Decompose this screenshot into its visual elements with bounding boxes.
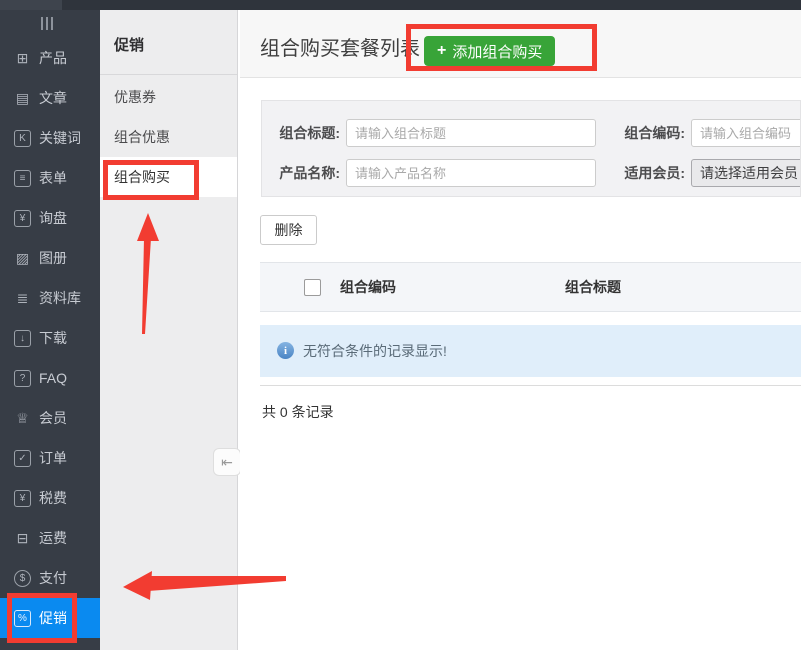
sidebar-item-label: 会员 — [39, 408, 67, 428]
plus-icon: + — [437, 42, 446, 60]
sidebar-item-label: 文章 — [39, 88, 67, 108]
outdent-icon: ⇤ — [221, 454, 233, 471]
combo-title-input[interactable] — [346, 119, 596, 147]
sidebar-item-faq[interactable]: ? FAQ — [0, 358, 100, 398]
sidebar-item-label: 询盘 — [39, 208, 67, 228]
sidebar-item-keywords[interactable]: K 关键词 — [0, 118, 100, 158]
sidebar-item-label: FAQ — [39, 370, 67, 386]
column-combo-code: 组合编码 — [340, 263, 396, 311]
member-type-select[interactable]: 请选择适用会员 — [691, 159, 801, 187]
sidebar-collapse-button[interactable]: ⇤ — [213, 448, 241, 476]
main-content: 组合购买套餐列表 + 添加组合购买 组合标题: 组合编码: 产品名称: 适用会员… — [240, 10, 801, 650]
tax-receipt-icon: ¥ — [14, 490, 31, 507]
order-check-icon: ✓ — [14, 450, 31, 467]
search-filter-panel: 组合标题: 组合编码: 产品名称: 适用会员: 请选择适用会员 — [261, 100, 801, 197]
sidebar-item-downloads[interactable]: ↓ 下载 — [0, 318, 100, 358]
sidebar-item-label: 运费 — [39, 528, 67, 548]
truck-icon: ⊟ — [14, 530, 31, 547]
dollar-circle-icon: $ — [14, 570, 31, 587]
member-type-label: 适用会员: — [610, 159, 685, 187]
divider — [260, 385, 801, 386]
sidebar-item-label: 资料库 — [39, 288, 81, 308]
question-icon: ? — [14, 370, 31, 387]
sidebar-item-payment[interactable]: $ 支付 — [0, 558, 100, 598]
add-combo-purchase-button[interactable]: + 添加组合购买 — [424, 36, 555, 66]
submenu-item-combo-discount[interactable]: 组合优惠 — [100, 117, 237, 157]
picture-icon: ▨ — [14, 250, 31, 267]
delete-button[interactable]: 删除 — [260, 215, 317, 245]
select-all-checkbox[interactable] — [304, 279, 321, 296]
product-name-input[interactable] — [346, 159, 596, 187]
sidebar-item-library[interactable]: ≣ 资料库 — [0, 278, 100, 318]
sidebar-item-label: 订单 — [39, 448, 67, 468]
sidebar-item-forms[interactable]: ≡ 表单 — [0, 158, 100, 198]
combo-title-label: 组合标题: — [262, 119, 340, 147]
empty-state-banner: i 无符合条件的记录显示! — [260, 325, 801, 377]
sidebar-item-members[interactable]: ♕ 会员 — [0, 398, 100, 438]
column-combo-title: 组合标题 — [565, 263, 621, 311]
article-icon: ▤ — [14, 90, 31, 107]
sidebar-item-label: 支付 — [39, 568, 67, 588]
page-title: 组合购买套餐列表 — [260, 32, 420, 61]
stacked-files-icon: ≣ — [14, 290, 31, 307]
percent-tag-icon: % — [14, 610, 31, 627]
main-sidebar: ⊞ 产品 ▤ 文章 K 关键词 ≡ 表单 ¥ 询盘 ▨ 图册 ≣ 资料库 ↓ 下… — [0, 10, 100, 650]
top-bar — [0, 0, 801, 10]
keyword-icon: K — [14, 130, 31, 147]
page-header: 组合购买套餐列表 + 添加组合购买 — [240, 10, 801, 78]
menu-icon[interactable] — [41, 17, 61, 31]
clipboard-icon: ≡ — [14, 170, 31, 187]
sidebar-item-label: 关键词 — [39, 128, 81, 148]
sidebar-item-label: 产品 — [39, 48, 67, 68]
info-icon: i — [277, 342, 294, 359]
sidebar-item-promotion[interactable]: % 促销 — [0, 598, 100, 638]
download-icon: ↓ — [14, 330, 31, 347]
inquiry-bubble-icon: ¥ — [14, 210, 31, 227]
sidebar-item-label: 下载 — [39, 328, 67, 348]
submenu-header: 促销 — [100, 10, 237, 75]
sidebar-item-articles[interactable]: ▤ 文章 — [0, 78, 100, 118]
sidebar-item-label: 表单 — [39, 168, 67, 188]
sidebar-item-albums[interactable]: ▨ 图册 — [0, 238, 100, 278]
sidebar-item-label: 税费 — [39, 488, 67, 508]
sidebar-item-label: 促销 — [39, 608, 67, 628]
record-count: 共 0 条记录 — [262, 402, 334, 422]
top-bar-logo-area — [0, 0, 62, 10]
submenu-item-label: 优惠券 — [114, 87, 156, 107]
combo-code-input[interactable] — [691, 119, 801, 147]
product-name-label: 产品名称: — [262, 159, 340, 187]
sidebar-item-inquiries[interactable]: ¥ 询盘 — [0, 198, 100, 238]
sidebar-item-tax[interactable]: ¥ 税费 — [0, 478, 100, 518]
crown-icon: ♕ — [14, 410, 31, 427]
add-button-label: 添加组合购买 — [452, 41, 542, 62]
empty-state-message: 无符合条件的记录显示! — [303, 325, 447, 377]
submenu-item-combo-purchase[interactable]: 组合购买 — [100, 157, 237, 197]
submenu-item-label: 组合优惠 — [114, 127, 170, 147]
promotion-submenu: 促销 优惠券 组合优惠 组合购买 ⇤ — [100, 10, 238, 650]
products-grid-icon: ⊞ — [14, 50, 31, 67]
combo-code-label: 组合编码: — [610, 119, 685, 147]
sidebar-item-shipping[interactable]: ⊟ 运费 — [0, 518, 100, 558]
submenu-item-coupons[interactable]: 优惠券 — [100, 77, 237, 117]
table-header-row: 组合编码 组合标题 — [260, 262, 801, 312]
member-type-select-value: 请选择适用会员 — [700, 165, 798, 181]
submenu-item-label: 组合购买 — [114, 167, 170, 187]
sidebar-item-orders[interactable]: ✓ 订单 — [0, 438, 100, 478]
sidebar-item-products[interactable]: ⊞ 产品 — [0, 38, 100, 78]
submenu-title: 促销 — [114, 34, 144, 55]
sidebar-item-label: 图册 — [39, 248, 67, 268]
